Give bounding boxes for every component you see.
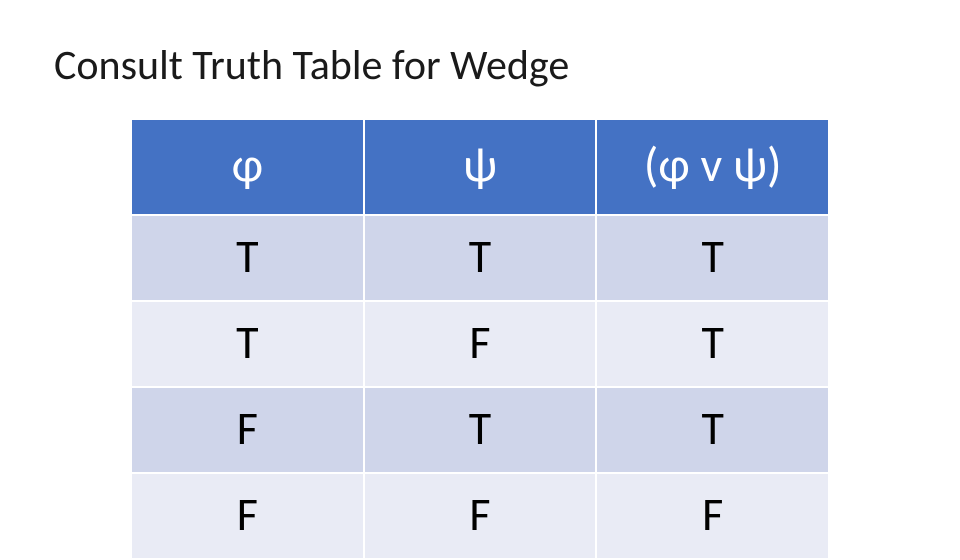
page-title: Consult Truth Table for Wedge [54, 40, 569, 91]
cell-psi: F [364, 301, 597, 387]
truth-table: φ ψ (φ v ψ) T T T T F T F T [130, 118, 830, 560]
cell-wedge: F [596, 473, 829, 559]
cell-phi: F [131, 473, 364, 559]
cell-wedge: T [596, 387, 829, 473]
col-header-wedge: (φ v ψ) [596, 119, 829, 215]
table-row: F F F [131, 473, 829, 559]
slide: Consult Truth Table for Wedge φ ψ (φ v ψ… [0, 0, 960, 540]
cell-phi: F [131, 387, 364, 473]
truth-table-container: φ ψ (φ v ψ) T T T T F T F T [130, 118, 830, 560]
cell-psi: T [364, 387, 597, 473]
col-header-phi: φ [131, 119, 364, 215]
cell-phi: T [131, 215, 364, 301]
cell-wedge: T [596, 215, 829, 301]
table-header-row: φ ψ (φ v ψ) [131, 119, 829, 215]
cell-psi: T [364, 215, 597, 301]
table-row: T F T [131, 301, 829, 387]
cell-phi: T [131, 301, 364, 387]
table-row: F T T [131, 387, 829, 473]
cell-psi: F [364, 473, 597, 559]
cell-wedge: T [596, 301, 829, 387]
table-row: T T T [131, 215, 829, 301]
col-header-psi: ψ [364, 119, 597, 215]
